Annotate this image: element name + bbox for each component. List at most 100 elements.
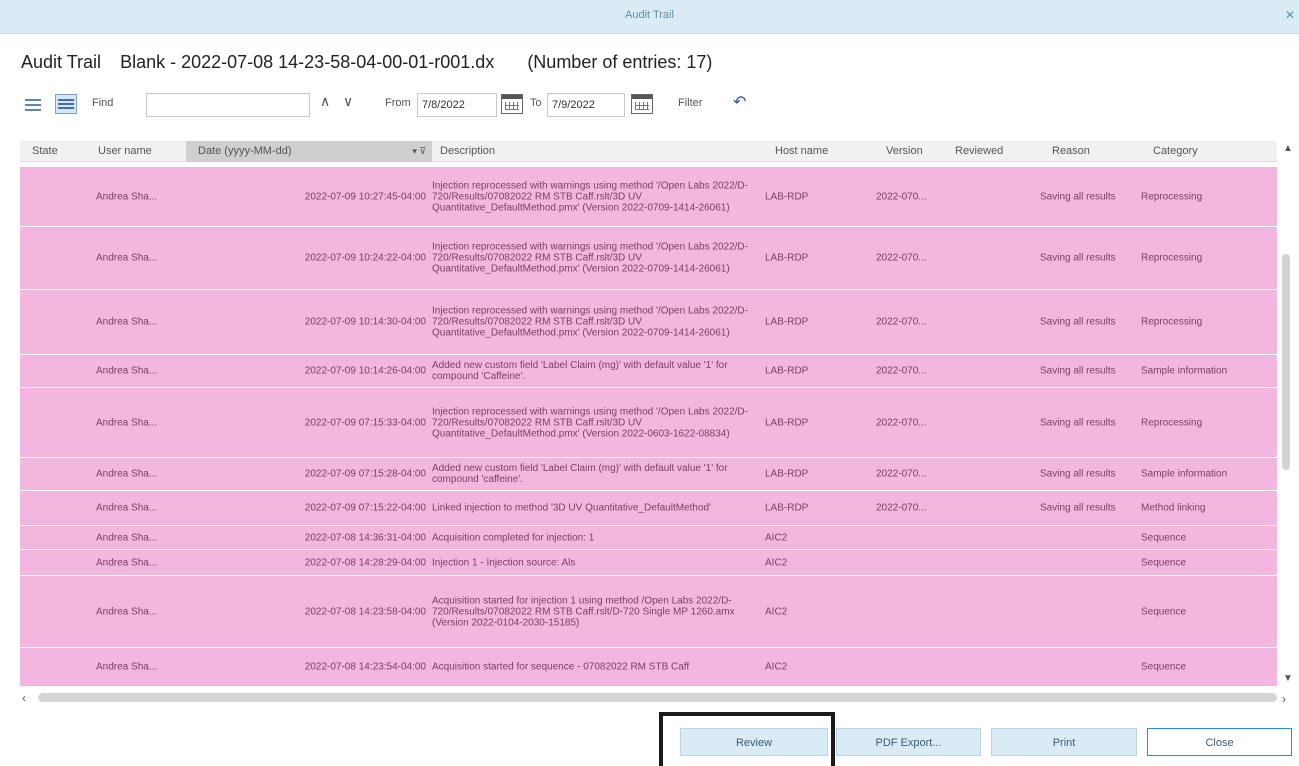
cell-category: Method linking (1141, 502, 1206, 514)
cell-description: Acquisition completed for injection: 1 (432, 532, 595, 543)
table-row[interactable]: Andrea Sha... 2022-07-09 10:14:30-04:00 … (20, 290, 1277, 355)
grid-view-icon[interactable] (55, 94, 77, 114)
cell-description: Injection reprocessed with warnings usin… (432, 180, 748, 213)
cell-version: 2022-070... (876, 316, 927, 328)
cell-user: Andrea Sha... (96, 365, 158, 377)
table-row[interactable]: Andrea Sha... 2022-07-09 07:15:22-04:00 … (20, 491, 1277, 526)
cell-user: Andrea Sha... (96, 316, 158, 328)
review-button[interactable]: Review (680, 728, 828, 756)
cell-category: Sequence (1141, 661, 1187, 673)
table-row[interactable]: Andrea Sha... 2022-07-08 14:23:54-04:00 … (20, 648, 1277, 687)
table-row[interactable]: Andrea Sha... 2022-07-09 07:15:28-04:00 … (20, 458, 1277, 491)
find-previous-icon[interactable]: ∧ (320, 93, 330, 110)
cell-version: 2022-070... (876, 468, 927, 480)
cell-date: 2022-07-09 10:14:30-04:00 (304, 316, 426, 328)
find-input[interactable] (146, 93, 310, 117)
cell-category: Reprocessing (1141, 191, 1203, 202)
cell-host: LAB-RDP (765, 468, 809, 480)
list-view-icon[interactable] (25, 96, 41, 112)
cell-user: Andrea Sha... (96, 417, 158, 428)
horizontal-scrollbar[interactable]: ‹ › (20, 691, 1286, 706)
window-title: Audit Trail (625, 9, 674, 21)
table-row[interactable]: Andrea Sha... 2022-07-09 10:24:22-04:00 … (20, 227, 1277, 290)
entry-count: (Number of entries: 17) (527, 52, 713, 72)
column-header-description[interactable]: Description (440, 141, 495, 162)
to-calendar-icon[interactable] (631, 94, 653, 114)
cell-host: AIC2 (765, 606, 788, 617)
undo-icon[interactable]: ↶ (733, 92, 746, 112)
cell-category: Sample information (1141, 468, 1228, 480)
cell-version: 2022-070... (876, 502, 927, 514)
table-row[interactable]: Andrea Sha... 2022-07-08 14:36:31-04:00 … (20, 526, 1277, 550)
scroll-thumb[interactable] (1282, 254, 1290, 470)
vertical-scrollbar[interactable]: ▲ ▼ (1277, 141, 1299, 687)
column-header-category[interactable]: Category (1153, 141, 1198, 162)
to-date-input[interactable] (547, 93, 625, 117)
close-button[interactable]: Close (1147, 728, 1292, 756)
cell-reason: Saving all results (1040, 316, 1116, 328)
sort-filter-icon[interactable]: ▾ ⊽ (412, 141, 426, 162)
cell-category: Reprocessing (1141, 252, 1203, 264)
horizontal-scroll-thumb[interactable] (38, 693, 1277, 702)
cell-version: 2022-070... (876, 252, 927, 264)
pdf-export-button[interactable]: PDF Export... (836, 728, 981, 756)
cell-host: LAB-RDP (765, 252, 809, 264)
cell-date: 2022-07-08 14:28:29-04:00 (304, 557, 426, 568)
cell-description: Acquisition started for sequence - 07082… (432, 661, 690, 673)
audit-table: Andrea Sha... 2022-07-09 10:27:45-04:00 … (20, 167, 1277, 687)
filter-label: Filter (678, 97, 703, 109)
cell-user: Andrea Sha... (96, 606, 158, 617)
cell-version: 2022-070... (876, 191, 927, 202)
from-calendar-icon[interactable] (501, 94, 523, 114)
table-row[interactable]: Andrea Sha... 2022-07-09 10:27:45-04:00 … (20, 167, 1277, 227)
from-date-input[interactable] (417, 93, 497, 117)
cell-description: Linked injection to method '3D UV Quanti… (432, 502, 711, 514)
table-header: State User name Date (yyyy-MM-dd) ▾ ⊽ De… (20, 141, 1277, 162)
cell-host: LAB-RDP (765, 191, 809, 202)
column-header-reason[interactable]: Reason (1052, 141, 1090, 162)
cell-description: Added new custom field 'Label Claim (mg)… (432, 360, 728, 382)
table-row[interactable]: Andrea Sha... 2022-07-09 07:15:33-04:00 … (20, 388, 1277, 458)
to-label: To (530, 97, 542, 109)
scroll-left-icon[interactable]: ‹ (22, 691, 26, 705)
cell-category: Reprocessing (1141, 316, 1203, 328)
find-next-icon[interactable]: ∨ (343, 93, 353, 110)
column-header-host[interactable]: Host name (775, 141, 828, 162)
cell-description: Added new custom field 'Label Claim (mg)… (432, 463, 728, 485)
scroll-right-icon[interactable]: › (1282, 692, 1286, 706)
cell-user: Andrea Sha... (96, 557, 158, 568)
cell-description: Acquisition started for injection 1 usin… (432, 595, 735, 628)
cell-description: Injection reprocessed with warnings usin… (432, 241, 748, 275)
cell-category: Sequence (1141, 606, 1187, 617)
cell-reason: Saving all results (1040, 252, 1116, 264)
title-bar: Audit Trail ✕ (0, 0, 1299, 34)
column-header-user[interactable]: User name (98, 141, 152, 162)
cell-date: 2022-07-09 10:27:45-04:00 (304, 191, 426, 202)
column-header-date[interactable]: Date (yyyy-MM-dd) ▾ ⊽ (186, 141, 432, 162)
cell-category: Reprocessing (1141, 417, 1203, 428)
cell-category: Sequence (1141, 532, 1187, 543)
cell-description: Injection 1 - Injection source: Als (432, 557, 576, 568)
column-header-state[interactable]: State (32, 141, 58, 162)
column-header-reviewed[interactable]: Reviewed (955, 141, 1003, 162)
cell-host: AIC2 (765, 557, 788, 568)
close-icon[interactable]: ✕ (1285, 8, 1295, 22)
print-button[interactable]: Print (991, 728, 1137, 756)
table-row[interactable]: Andrea Sha... 2022-07-08 14:23:58-04:00 … (20, 576, 1277, 648)
cell-host: LAB-RDP (765, 502, 809, 514)
page-title: Audit Trail (21, 52, 102, 72)
scroll-down-icon[interactable]: ▼ (1283, 673, 1293, 684)
table-row[interactable]: Andrea Sha... 2022-07-09 10:14:26-04:00 … (20, 355, 1277, 388)
cell-user: Andrea Sha... (96, 502, 158, 514)
cell-user: Andrea Sha... (96, 468, 158, 480)
page-header: Audit Trail Blank - 2022-07-08 14-23-58-… (21, 52, 726, 73)
cell-version: 2022-070... (876, 417, 927, 428)
column-header-version[interactable]: Version (886, 141, 923, 162)
cell-host: LAB-RDP (765, 417, 809, 428)
scroll-up-icon[interactable]: ▲ (1283, 143, 1293, 154)
cell-host: LAB-RDP (765, 316, 809, 328)
column-header-date-label: Date (yyyy-MM-dd) (198, 145, 292, 157)
cell-date: 2022-07-09 07:15:33-04:00 (304, 417, 426, 428)
toolbar: Find ∧ ∨ From To Filter ↶ (0, 86, 1299, 124)
table-row[interactable]: Andrea Sha... 2022-07-08 14:28:29-04:00 … (20, 550, 1277, 576)
